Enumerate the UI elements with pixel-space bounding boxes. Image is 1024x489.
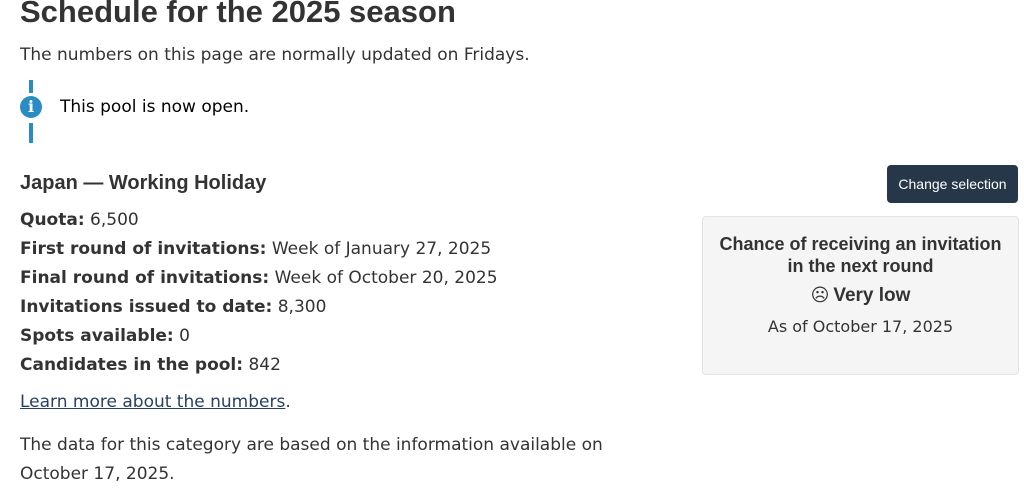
learn-more-link[interactable]: Learn more about the numbers bbox=[20, 392, 285, 412]
stat-value: 8,300 bbox=[277, 297, 327, 317]
info-icon: i bbox=[20, 96, 42, 118]
stat-label: Candidates in the pool: bbox=[20, 355, 244, 375]
stats-list: Quota: 6,500 First round of invitations:… bbox=[20, 208, 498, 382]
update-note: The numbers on this page are normally up… bbox=[20, 45, 530, 65]
stat-label: Quota: bbox=[20, 210, 85, 230]
data-footnote: The data for this category are based on … bbox=[20, 435, 603, 484]
alert-text: This pool is now open. bbox=[60, 97, 250, 117]
stat-value: 842 bbox=[248, 355, 281, 375]
stat-value: 0 bbox=[179, 326, 190, 346]
stat-first-round: First round of invitations: Week of Janu… bbox=[20, 237, 498, 266]
learn-more: Learn more about the numbers. bbox=[20, 392, 291, 412]
stat-label: Invitations issued to date: bbox=[20, 297, 273, 317]
stat-label: Final round of invitations: bbox=[20, 268, 270, 288]
chance-value: ☹ Very low bbox=[703, 285, 1018, 307]
chance-value-text: Very low bbox=[833, 285, 911, 306]
stat-quota: Quota: 6,500 bbox=[20, 208, 498, 237]
category-heading: Japan — Working Holiday bbox=[20, 172, 267, 194]
chance-title: Chance of receiving an invitation in the… bbox=[719, 234, 1002, 276]
learn-more-suffix: . bbox=[285, 392, 291, 412]
alert-bar bbox=[29, 123, 33, 143]
stat-final-round: Final round of invitations: Week of Octo… bbox=[20, 266, 498, 295]
alert-bar bbox=[29, 80, 33, 93]
chance-date: As of October 17, 2025 bbox=[767, 317, 954, 336]
frown-icon: ☹ bbox=[810, 285, 830, 306]
stat-candidates: Candidates in the pool: 842 bbox=[20, 353, 498, 382]
info-alert: i This pool is now open. bbox=[20, 80, 620, 144]
stat-label: First round of invitations: bbox=[20, 239, 267, 259]
stat-value: Week of October 20, 2025 bbox=[274, 268, 498, 288]
stat-spots-available: Spots available: 0 bbox=[20, 324, 498, 353]
stat-value: 6,500 bbox=[90, 210, 139, 230]
page-title: Schedule for the 2025 season bbox=[20, 0, 456, 29]
chance-panel: Chance of receiving an invitation in the… bbox=[702, 216, 1019, 375]
stat-invitations-issued: Invitations issued to date: 8,300 bbox=[20, 295, 498, 324]
change-selection-button[interactable]: Change selection bbox=[887, 165, 1018, 203]
stat-value: Week of January 27, 2025 bbox=[271, 239, 492, 259]
stat-label: Spots available: bbox=[20, 326, 174, 346]
